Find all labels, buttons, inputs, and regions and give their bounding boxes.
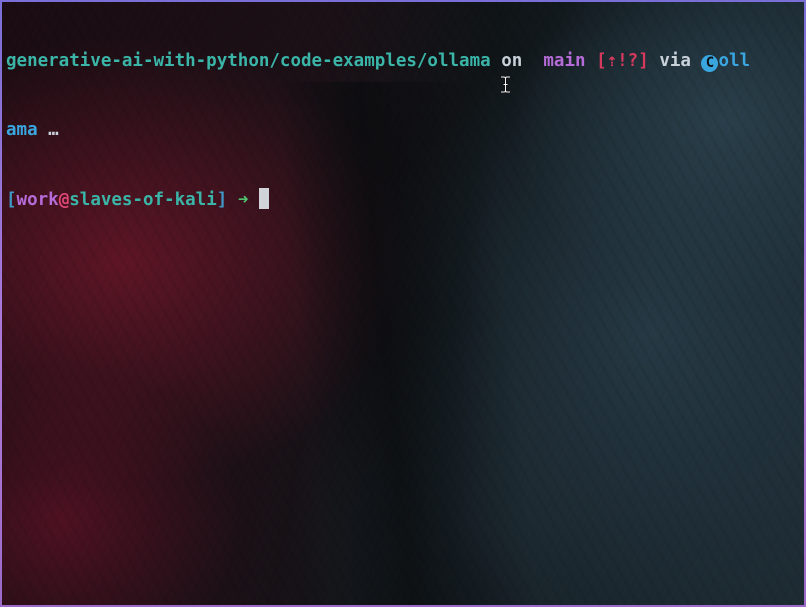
prompt-line-2[interactable]: [work@slaves-of-kali] ➜ (6, 188, 800, 211)
username: work (16, 190, 59, 210)
ellipsis: … (48, 120, 59, 140)
git-status-indicator: [⇡!?] (596, 51, 649, 71)
open-bracket: [ (6, 190, 17, 210)
env-name-part-2: ama (6, 120, 38, 140)
via-keyword: via (659, 51, 691, 71)
prompt-arrow-icon: ➜ (237, 190, 249, 210)
prompt-line-1-wrap: ama … (6, 119, 800, 142)
text-ibeam-cursor-icon (501, 76, 510, 93)
block-cursor[interactable] (258, 188, 269, 209)
current-path: generative-ai-with-python/code-examples/… (6, 51, 491, 71)
terminal-window[interactable]: generative-ai-with-python/code-examples/… (0, 0, 806, 607)
git-branch-name: main (543, 51, 586, 71)
prompt-line-1: generative-ai-with-python/code-examples/… (6, 50, 800, 73)
terminal-output[interactable]: generative-ai-with-python/code-examples/… (6, 4, 800, 257)
at-symbol: @ (58, 190, 70, 210)
on-keyword: on (501, 51, 523, 71)
hostname: slaves-of-kali (69, 190, 217, 210)
env-name-part-1: oll (718, 51, 751, 71)
ollama-env-icon: C (701, 55, 719, 72)
close-bracket: ] (216, 190, 228, 210)
